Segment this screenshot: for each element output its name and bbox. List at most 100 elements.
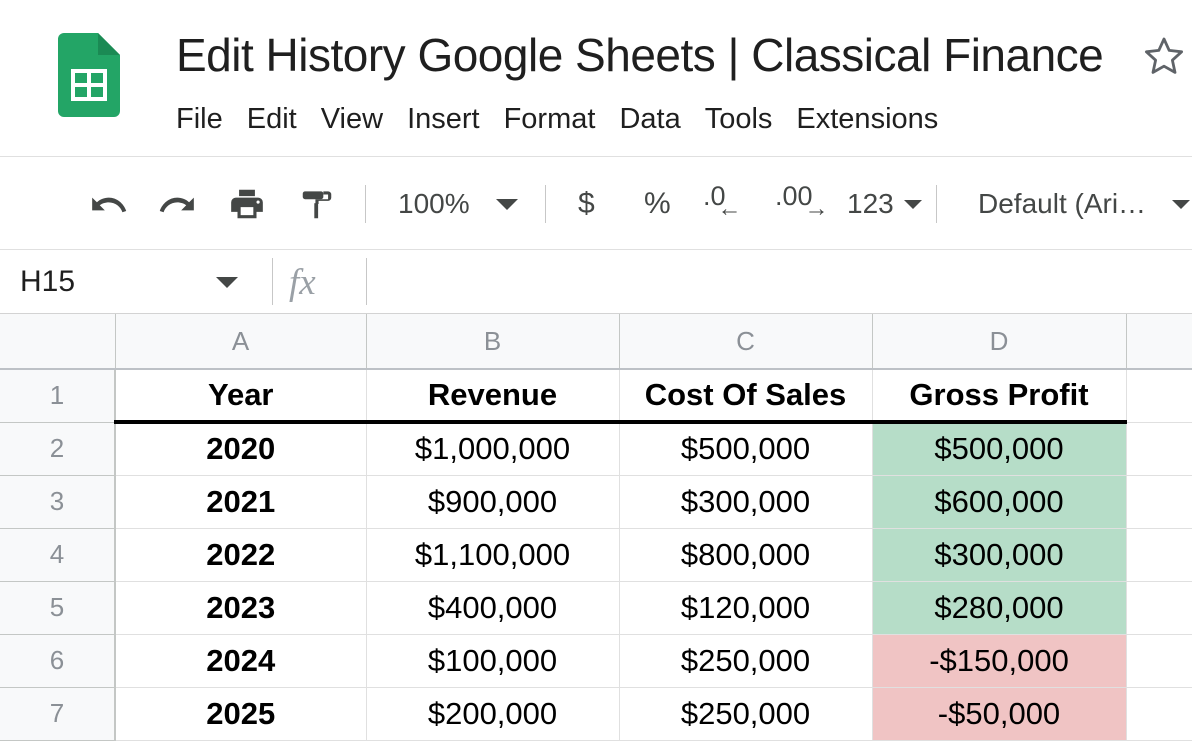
zoom-level-value: 100% xyxy=(398,188,470,220)
menubar: File Edit View Insert Format Data Tools … xyxy=(176,97,950,141)
table-row: 4 2022 $1,100,000 $800,000 $300,000 xyxy=(0,528,1192,581)
menu-item-format[interactable]: Format xyxy=(492,97,608,141)
table-row: 2 2020 $1,000,000 $500,000 $500,000 xyxy=(0,422,1192,475)
toolbar-divider-1 xyxy=(365,185,366,223)
name-box-value: H15 xyxy=(20,265,75,299)
table-row: 3 2021 $900,000 $300,000 $600,000 xyxy=(0,475,1192,528)
row-header-5[interactable]: 5 xyxy=(0,581,115,634)
cell-c3[interactable]: $300,000 xyxy=(619,475,872,528)
cell-b4[interactable]: $1,100,000 xyxy=(366,528,619,581)
cell-c2[interactable]: $500,000 xyxy=(619,422,872,475)
cell-c5[interactable]: $120,000 xyxy=(619,581,872,634)
cell-a1[interactable]: Year xyxy=(115,369,366,422)
formula-divider-1 xyxy=(272,258,273,305)
zoom-level-selector[interactable]: 100% xyxy=(398,179,518,229)
cell-c4[interactable]: $800,000 xyxy=(619,528,872,581)
cell-e2[interactable] xyxy=(1126,422,1192,475)
decrease-decimal-button[interactable]: .0 ← xyxy=(703,179,750,229)
cell-b6[interactable]: $100,000 xyxy=(366,634,619,687)
row-header-2[interactable]: 2 xyxy=(0,422,115,475)
menu-item-file[interactable]: File xyxy=(164,97,235,141)
select-all-corner[interactable] xyxy=(0,314,115,369)
page-title[interactable]: Edit History Google Sheets | Classical F… xyxy=(176,24,1103,86)
app-header: Edit History Google Sheets | Classical F… xyxy=(0,0,1192,157)
cell-d1[interactable]: Gross Profit xyxy=(872,369,1126,422)
spreadsheet-grid[interactable]: A B C D 1 Year Revenue Cost Of Sales Gro… xyxy=(0,314,1192,748)
cell-d7[interactable]: -$50,000 xyxy=(872,687,1126,740)
table-row: 5 2023 $400,000 $120,000 $280,000 xyxy=(0,581,1192,634)
column-header-e[interactable] xyxy=(1126,314,1192,369)
number-format-selector[interactable]: 123 xyxy=(847,179,922,229)
cell-e6[interactable] xyxy=(1126,634,1192,687)
toolbar: 100% $ % .0 ← .00 → 123 Default (Ari… xyxy=(0,157,1192,250)
undo-icon[interactable] xyxy=(83,179,133,229)
cell-b7[interactable]: $200,000 xyxy=(366,687,619,740)
function-icon[interactable]: fx xyxy=(289,264,316,302)
redo-icon[interactable] xyxy=(153,179,203,229)
menu-item-view[interactable]: View xyxy=(309,97,395,141)
cell-c7[interactable]: $250,000 xyxy=(619,687,872,740)
cell-a3[interactable]: 2021 xyxy=(115,475,366,528)
column-header-b[interactable]: B xyxy=(366,314,619,369)
cell-c1[interactable]: Cost Of Sales xyxy=(619,369,872,422)
toolbar-divider-2 xyxy=(545,185,546,223)
cell-a7[interactable]: 2025 xyxy=(115,687,366,740)
cell-c6[interactable]: $250,000 xyxy=(619,634,872,687)
cell-a2[interactable]: 2020 xyxy=(115,422,366,475)
row-header-4[interactable]: 4 xyxy=(0,528,115,581)
font-family-value: Default (Ari… xyxy=(978,188,1146,220)
column-header-d[interactable]: D xyxy=(872,314,1126,369)
cell-d4[interactable]: $300,000 xyxy=(872,528,1126,581)
right-arrow-icon: → xyxy=(805,195,829,223)
print-icon[interactable] xyxy=(222,179,272,229)
row-header-7[interactable]: 7 xyxy=(0,687,115,740)
chevron-down-icon xyxy=(1172,200,1190,209)
chevron-down-icon xyxy=(496,199,518,210)
formula-divider-2 xyxy=(366,258,367,305)
cell-d5[interactable]: $280,000 xyxy=(872,581,1126,634)
cell-b2[interactable]: $1,000,000 xyxy=(366,422,619,475)
cell-a4[interactable]: 2022 xyxy=(115,528,366,581)
cell-b5[interactable]: $400,000 xyxy=(366,581,619,634)
currency-format-button[interactable]: $ xyxy=(578,179,595,229)
cell-a6[interactable]: 2024 xyxy=(115,634,366,687)
cell-e5[interactable] xyxy=(1126,581,1192,634)
menu-item-insert[interactable]: Insert xyxy=(395,97,492,141)
formula-bar-row: H15 fx xyxy=(0,250,1192,314)
paint-format-icon[interactable] xyxy=(292,179,342,229)
column-header-row: A B C D xyxy=(0,314,1192,369)
row-header-3[interactable]: 3 xyxy=(0,475,115,528)
cell-e3[interactable] xyxy=(1126,475,1192,528)
name-box[interactable]: H15 xyxy=(0,250,272,313)
cell-b1[interactable]: Revenue xyxy=(366,369,619,422)
chevron-down-icon xyxy=(216,277,238,288)
column-header-c[interactable]: C xyxy=(619,314,872,369)
cell-e4[interactable] xyxy=(1126,528,1192,581)
cell-b3[interactable]: $900,000 xyxy=(366,475,619,528)
percent-format-button[interactable]: % xyxy=(644,179,671,229)
menu-item-tools[interactable]: Tools xyxy=(693,97,785,141)
star-icon[interactable] xyxy=(1140,32,1188,80)
table-row: 7 2025 $200,000 $250,000 -$50,000 xyxy=(0,687,1192,740)
font-family-selector[interactable]: Default (Ari… xyxy=(978,179,1146,229)
menu-item-edit[interactable]: Edit xyxy=(235,97,309,141)
google-sheets-icon xyxy=(58,33,120,117)
cell-d6[interactable]: -$150,000 xyxy=(872,634,1126,687)
cell-e1[interactable] xyxy=(1126,369,1192,422)
row-header-6[interactable]: 6 xyxy=(0,634,115,687)
column-header-a[interactable]: A xyxy=(115,314,366,369)
menu-item-data[interactable]: Data xyxy=(607,97,692,141)
cell-a5[interactable]: 2023 xyxy=(115,581,366,634)
cell-e7[interactable] xyxy=(1126,687,1192,740)
number-format-value: 123 xyxy=(847,188,894,220)
formula-input[interactable] xyxy=(378,250,1192,313)
menu-item-extensions[interactable]: Extensions xyxy=(784,97,950,141)
table-row: 6 2024 $100,000 $250,000 -$150,000 xyxy=(0,634,1192,687)
cell-d3[interactable]: $600,000 xyxy=(872,475,1126,528)
cell-d2[interactable]: $500,000 xyxy=(872,422,1126,475)
row-header-1[interactable]: 1 xyxy=(0,369,115,422)
table-row: 1 Year Revenue Cost Of Sales Gross Profi… xyxy=(0,369,1192,422)
toolbar-divider-3 xyxy=(936,185,937,223)
font-family-chevron[interactable] xyxy=(1172,179,1190,229)
increase-decimal-button[interactable]: .00 → xyxy=(775,179,837,229)
